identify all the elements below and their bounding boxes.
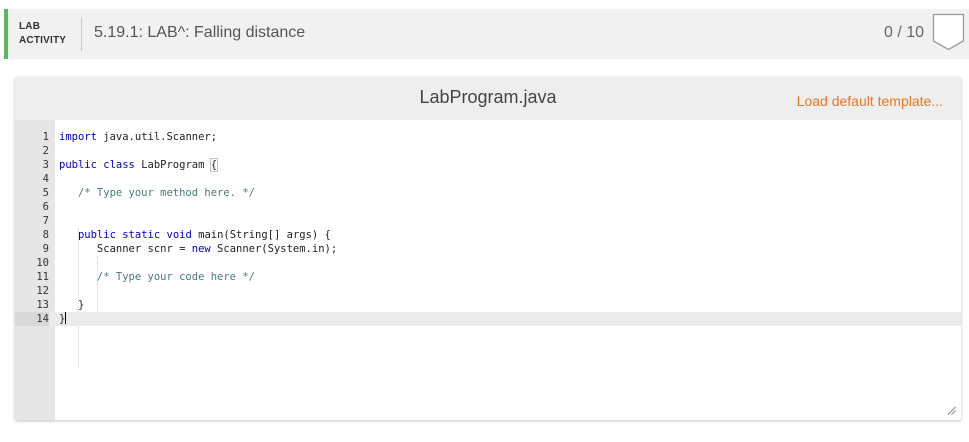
code-line[interactable]: 12 xyxy=(15,284,961,298)
resize-grip-icon[interactable] xyxy=(947,406,956,415)
code-text[interactable]: } xyxy=(59,298,84,312)
line-number: 2 xyxy=(42,145,49,157)
code-line[interactable]: 3 public class LabProgram { xyxy=(15,158,961,172)
file-bar: LabProgram.java Load default template... xyxy=(15,77,961,120)
code-line[interactable]: 11 /* Type your code here */ xyxy=(15,270,961,284)
code-line[interactable]: 14} xyxy=(15,312,961,326)
line-number: 10 xyxy=(36,257,49,269)
line-number: 3 xyxy=(42,159,49,171)
line-number: 7 xyxy=(42,215,49,227)
lab-kind-line1: LAB xyxy=(19,21,41,32)
code-line[interactable]: 9 Scanner scnr = new Scanner(System.in); xyxy=(15,242,961,256)
line-number: 9 xyxy=(42,243,49,255)
code-text[interactable]: import java.util.Scanner; xyxy=(59,130,217,144)
lab-kind-line2: ACTIVITY xyxy=(19,35,67,46)
code-text[interactable]: /* Type your code here */ xyxy=(59,270,255,284)
lab-activity-label: LAB ACTIVITY xyxy=(19,20,66,48)
line-number: 12 xyxy=(36,285,49,297)
line-number: 5 xyxy=(42,187,49,199)
code-line[interactable]: 13 } xyxy=(15,298,961,312)
code-line[interactable]: 7 xyxy=(15,214,961,228)
code-line[interactable]: 6 xyxy=(15,200,961,214)
lab-title: 5.19.1: LAB^: Falling distance xyxy=(94,24,306,41)
code-line[interactable]: 4 xyxy=(15,172,961,186)
code-text[interactable]: public static void main(String[] args) { xyxy=(59,228,331,242)
code-text[interactable]: /* Type your method here. */ xyxy=(59,186,255,200)
code-text[interactable]: } xyxy=(59,312,67,326)
shield-badge-icon xyxy=(932,13,965,51)
line-number: 4 xyxy=(42,173,49,185)
code-line[interactable]: 10 xyxy=(15,256,961,270)
lab-score: 0 / 10 xyxy=(883,24,924,41)
code-text[interactable]: public class LabProgram { xyxy=(59,158,219,172)
code-line[interactable]: 8 public static void main(String[] args)… xyxy=(15,228,961,242)
load-default-template-link[interactable]: Load default template... xyxy=(797,93,943,109)
line-number: 11 xyxy=(36,271,49,283)
code-lines[interactable]: 1 import java.util.Scanner; 2 3 public class… xyxy=(15,130,961,368)
line-number: 1 xyxy=(42,131,49,143)
header-divider xyxy=(81,17,82,51)
code-editor-card: LabProgram.java Load default template...… xyxy=(15,77,961,420)
line-number: 8 xyxy=(42,229,49,241)
line-number: 13 xyxy=(36,299,49,311)
lab-header: LAB ACTIVITY 5.19.1: LAB^: Falling dista… xyxy=(4,9,969,59)
line-number: 14 xyxy=(15,312,49,326)
code-text[interactable]: Scanner scnr = new Scanner(System.in); xyxy=(59,242,337,256)
text-cursor xyxy=(65,312,67,324)
line-number: 6 xyxy=(42,201,49,213)
code-line[interactable]: 1 import java.util.Scanner; xyxy=(15,130,961,144)
code-editor[interactable]: 1 import java.util.Scanner; 2 3 public class… xyxy=(15,120,961,420)
code-line[interactable]: 5 /* Type your method here. */ xyxy=(15,186,961,200)
code-line[interactable]: 2 xyxy=(15,144,961,158)
